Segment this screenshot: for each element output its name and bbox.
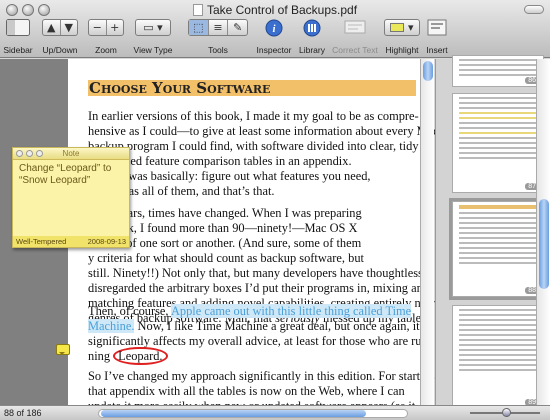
text-tool-icon[interactable]: ≡ xyxy=(209,20,229,35)
sidebar-scroll-thumb[interactable] xyxy=(539,199,549,289)
zoom-out-icon[interactable]: − xyxy=(89,20,107,35)
note-close-icon[interactable] xyxy=(16,150,23,157)
correct-text-label: Correct Text xyxy=(332,45,378,55)
sidebar-icon xyxy=(6,19,30,36)
markup-tool-icon[interactable]: ✎ xyxy=(228,20,247,35)
zoom-label: Zoom xyxy=(95,45,117,55)
window-title: Take Control of Backups.pdf xyxy=(0,3,550,17)
highlight-button[interactable]: ▾ Highlight xyxy=(382,18,422,58)
zoom-control[interactable]: − + Zoom xyxy=(86,18,126,58)
zoom-in-icon[interactable]: + xyxy=(107,20,124,35)
section-heading: Choose Your Software xyxy=(88,80,416,96)
view-type-control[interactable]: ▭ ▾ View Type xyxy=(130,18,176,58)
highlight-icon[interactable]: ▾ xyxy=(385,20,419,35)
text-line: ad detailed feature comparison tables in… xyxy=(88,154,352,168)
note-date: 2008-09-13 xyxy=(87,237,126,246)
text-run: ning xyxy=(88,349,114,363)
page-indicator[interactable]: 88 of 186 xyxy=(4,408,42,418)
toolbar: Take Control of Backups.pdf Sidebar ▲ ▼ U… xyxy=(0,0,550,58)
paragraph-1: In earlier versions of this book, I made… xyxy=(88,109,439,199)
text-line: still. Ninety!!) Not only that, but many… xyxy=(88,266,433,280)
text-run: Now, I like Time Machine a great deal, b… xyxy=(134,319,420,333)
status-bar: 88 of 186 xyxy=(0,405,550,420)
note-author: Well-Tempered xyxy=(16,237,67,246)
insert-label: Insert xyxy=(426,45,448,55)
thumbnail-size-slider[interactable] xyxy=(470,408,540,417)
text-line: ndation was basically: figure out what f… xyxy=(88,169,371,183)
text-line: cations of one sort or another. (And sur… xyxy=(88,236,362,250)
note-text[interactable]: Change “Leopard” to “Snow Leopard” xyxy=(13,160,129,190)
note-zoom-icon[interactable] xyxy=(36,150,43,157)
text-line: this book, I found more than 90—ninety!—… xyxy=(88,221,358,235)
library-icon xyxy=(303,19,321,37)
note-footer: Well-Tempered 2008-09-13 xyxy=(13,236,129,247)
horizontal-scrollbar[interactable] xyxy=(98,409,408,418)
document-scroll-thumb[interactable] xyxy=(423,61,433,81)
text-run: Then, of course, xyxy=(88,304,171,318)
text-line: y criteria for what should count as back… xyxy=(88,251,364,265)
highlighted-text[interactable]: Machine. xyxy=(88,319,135,333)
paragraph-3: Then, of course, Apple came out with thi… xyxy=(88,304,432,365)
correct-text-icon xyxy=(344,20,366,34)
view-type-icon[interactable]: ▭ ▾ xyxy=(136,20,170,35)
text-line: short years, times have changed. When I … xyxy=(88,206,362,220)
sidebar-scrollbar[interactable] xyxy=(536,59,550,405)
info-icon: i xyxy=(265,19,283,37)
window-title-text: Take Control of Backups.pdf xyxy=(206,3,358,17)
page-thumbnail[interactable]: 87 xyxy=(452,93,544,193)
text-line: backup program I could find, with softwa… xyxy=(88,139,419,153)
text-line: So I’ve changed my approach significantl… xyxy=(88,369,438,383)
note-title: Note xyxy=(62,149,80,158)
toolbar-toggle-button[interactable] xyxy=(524,5,544,14)
note-anchor-icon[interactable] xyxy=(56,344,70,355)
inspector-label: Inspector xyxy=(256,45,292,55)
sidebar-button[interactable]: Sidebar xyxy=(2,18,34,58)
document-scrollbar[interactable] xyxy=(420,59,434,405)
pdf-file-icon xyxy=(192,4,203,16)
library-label: Library xyxy=(299,45,325,55)
view-type-label: View Type xyxy=(133,45,173,55)
text-line: In earlier versions of this book, I made… xyxy=(88,109,419,123)
note-titlebar[interactable]: Note xyxy=(13,148,129,160)
sidebar-label: Sidebar xyxy=(3,45,33,55)
library-button[interactable]: Library xyxy=(294,18,330,58)
page-thumbnail[interactable]: 86 xyxy=(452,55,544,87)
tools-control[interactable]: ⬚ ≡ ✎ Tools xyxy=(186,18,250,58)
text-line: disregarded the arbitrary boxes I’d put … xyxy=(88,281,429,295)
highlight-label: Highlight xyxy=(385,45,419,55)
text-line: hensive as I could—to give at least some… xyxy=(88,124,439,138)
sticky-note[interactable]: Note Change “Leopard” to “Snow Leopard” … xyxy=(12,147,130,248)
page-thumbnail[interactable]: 89 xyxy=(452,305,544,409)
select-tool-icon[interactable]: ⬚ xyxy=(189,20,209,35)
highlighted-text[interactable]: Apple came out with this little thing ca… xyxy=(170,304,412,318)
pdf-window: Take Control of Backups.pdf Sidebar ▲ ▼ U… xyxy=(0,0,550,420)
insert-button[interactable]: Insert xyxy=(422,18,452,58)
text-line: that appendix with all the tables is now… xyxy=(88,384,405,398)
updown-control[interactable]: ▲ ▼ Up/Down xyxy=(38,18,82,58)
thumbnail-sidebar: 86 87 88 89 xyxy=(435,55,550,409)
tools-label: Tools xyxy=(208,45,228,55)
insert-icon xyxy=(427,19,447,36)
down-arrow-icon[interactable]: ▼ xyxy=(61,20,78,35)
correct-text-button[interactable]: Correct Text xyxy=(330,18,380,58)
inspector-button[interactable]: i Inspector xyxy=(254,18,294,58)
page-thumbnail-selected[interactable]: 88 xyxy=(449,198,547,300)
text-line: m that has all of them, and that’s that. xyxy=(88,184,275,198)
slider-knob[interactable] xyxy=(502,408,511,417)
circled-annotation[interactable]: Leopard. xyxy=(113,347,168,365)
updown-label: Up/Down xyxy=(42,45,78,55)
horizontal-scroll-thumb[interactable] xyxy=(101,410,366,417)
note-minimize-icon[interactable] xyxy=(26,150,33,157)
up-arrow-icon[interactable]: ▲ xyxy=(43,20,61,35)
